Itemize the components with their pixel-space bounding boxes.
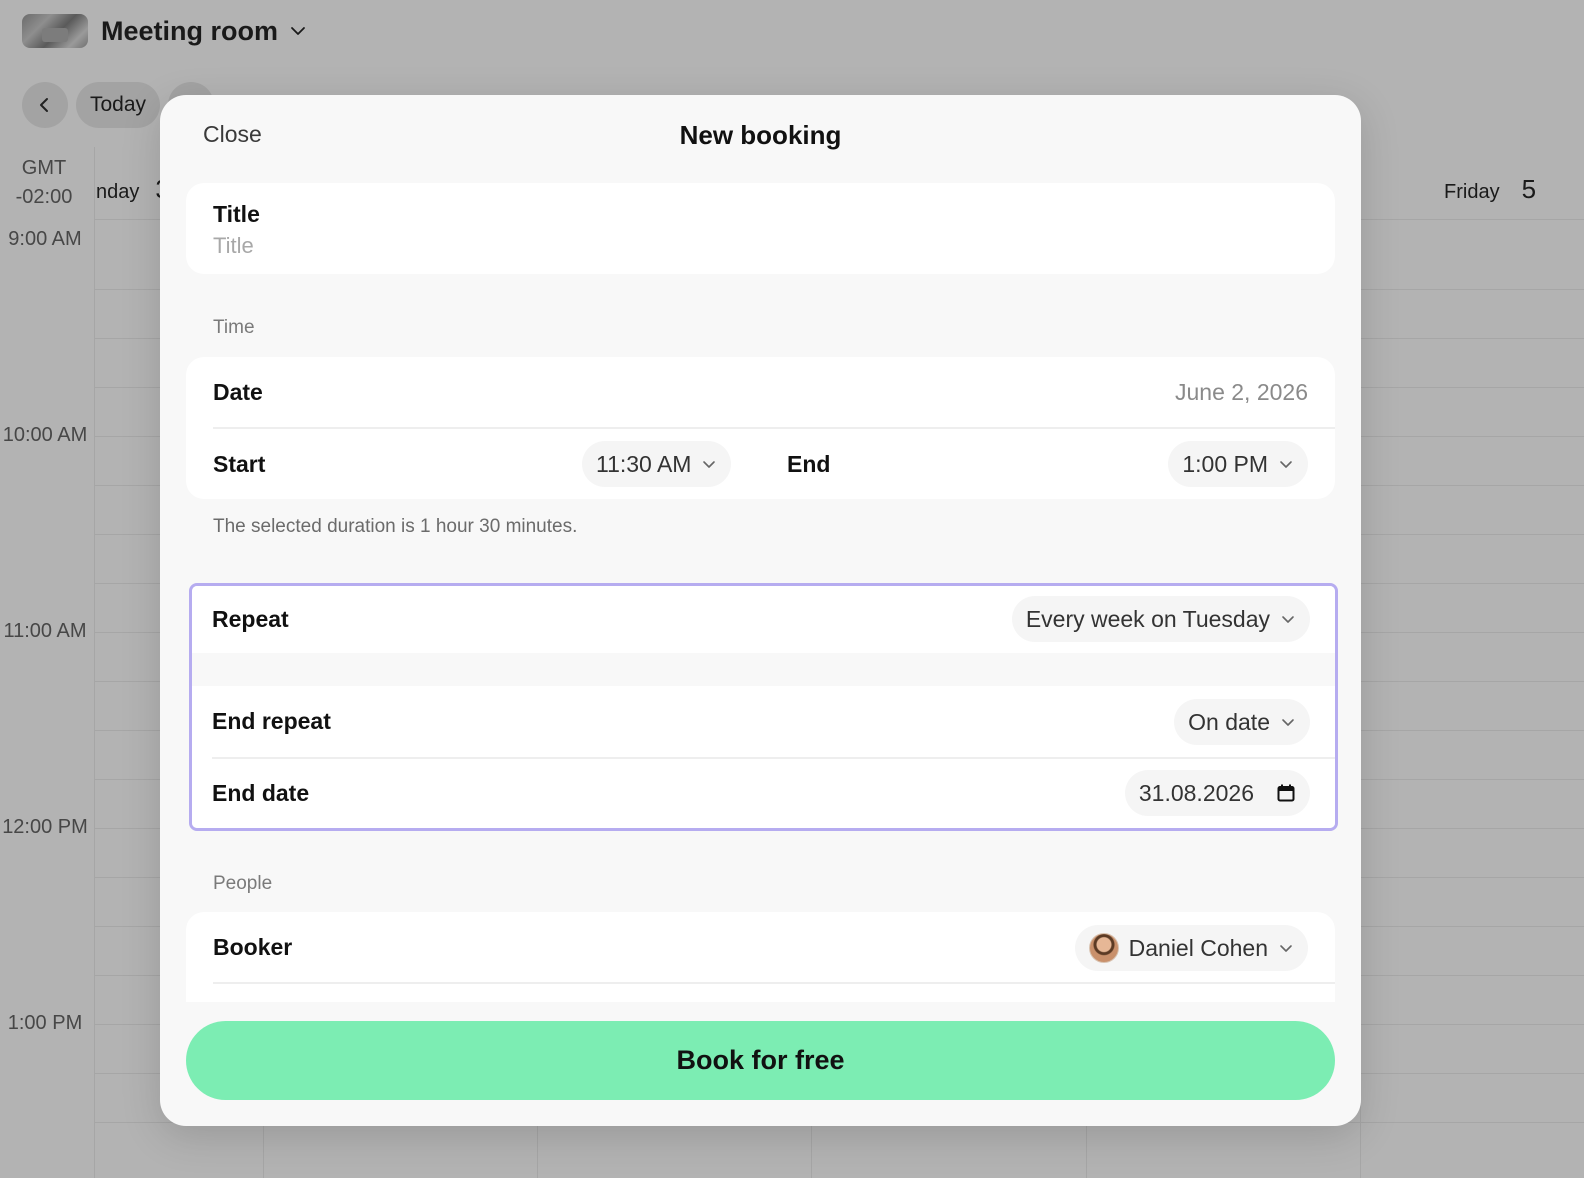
time-label: 11:00 AM — [3, 620, 87, 642]
today-button[interactable]: Today — [76, 82, 161, 128]
room-header[interactable]: Meeting room — [22, 14, 308, 48]
repeat-select[interactable]: Every week on Tuesday — [1011, 596, 1310, 642]
start-time-value: 11:30 AM — [596, 450, 692, 477]
time-label: 10:00 AM — [2, 424, 88, 446]
new-booking-modal: Close New booking Title Title Time Date … — [160, 95, 1361, 1126]
time-label: 9:00 AM — [8, 228, 82, 250]
duration-hint: The selected duration is 1 hour 30 minut… — [213, 516, 578, 537]
people-section-label: People — [213, 873, 273, 894]
start-label: Start — [213, 451, 266, 477]
date-label: Date — [213, 379, 263, 405]
time-card: Date June 2, 2026 Start 11:30 AM End 1:0… — [186, 357, 1335, 499]
end-time-select[interactable]: 1:00 PM — [1168, 441, 1308, 487]
date-value[interactable]: June 2, 2026 — [1175, 379, 1308, 406]
title-input[interactable]: Title — [213, 233, 254, 259]
room-thumbnail — [22, 14, 88, 48]
calendar-icon[interactable] — [1276, 783, 1296, 803]
chevron-down-icon — [703, 461, 716, 468]
repeat-value: Every week on Tuesday — [1025, 605, 1270, 632]
chevron-down-icon — [1280, 945, 1292, 952]
chevron-down-icon — [1282, 616, 1294, 623]
chevron-down-icon — [1280, 461, 1292, 468]
end-repeat-card: End repeat On date End date 31.08.2026 — [192, 686, 1335, 828]
end-date-value: 31.08.2026 — [1138, 779, 1254, 806]
divider — [213, 427, 1335, 429]
title-label: Title — [213, 201, 260, 227]
divider — [212, 757, 1335, 759]
chevron-down-icon — [291, 27, 305, 35]
chevron-left-icon — [40, 98, 48, 112]
day-header-partial[interactable]: nday 3 — [96, 174, 170, 205]
booker-label: Booker — [213, 934, 293, 960]
timezone-line-1: GMT — [21, 157, 67, 179]
repeat-label: Repeat — [212, 606, 289, 632]
timezone-line-2: -02:00 — [15, 186, 73, 208]
time-label: 1:00 PM — [7, 1012, 83, 1034]
booker-value: Daniel Cohen — [1128, 934, 1268, 961]
end-repeat-label: End repeat — [212, 708, 331, 734]
end-repeat-value: On date — [1188, 708, 1270, 735]
end-date-label: End date — [212, 780, 310, 806]
booker-select[interactable]: Daniel Cohen — [1074, 925, 1308, 971]
book-button[interactable]: Book for free — [186, 1021, 1335, 1100]
repeat-row[interactable]: Repeat Every week on Tuesday — [192, 586, 1335, 653]
day-name: nday — [96, 181, 140, 203]
people-card: Booker Daniel Cohen — [186, 912, 1335, 1002]
start-time-select[interactable]: 11:30 AM — [582, 441, 732, 487]
end-time-value: 1:00 PM — [1182, 450, 1268, 477]
divider — [213, 982, 1335, 984]
end-date-input[interactable]: 31.08.2026 — [1124, 770, 1310, 816]
time-section-label: Time — [213, 317, 255, 338]
day-header-friday[interactable]: Friday 5 — [1444, 174, 1536, 205]
chevron-down-icon — [1282, 719, 1294, 726]
day-number: 5 — [1521, 174, 1537, 204]
avatar — [1088, 933, 1119, 963]
day-name: Friday — [1444, 181, 1500, 203]
end-label: End — [787, 451, 831, 477]
modal-title: New booking — [679, 120, 842, 150]
title-card[interactable]: Title Title — [186, 183, 1335, 274]
room-name: Meeting room — [101, 15, 279, 46]
timezone-label: GMT -02:00 — [8, 154, 80, 212]
time-label: 12:00 PM — [2, 816, 88, 838]
previous-button[interactable] — [22, 82, 68, 128]
end-repeat-select[interactable]: On date — [1174, 699, 1310, 745]
repeat-section: Repeat Every week on Tuesday End repeat … — [189, 583, 1338, 831]
